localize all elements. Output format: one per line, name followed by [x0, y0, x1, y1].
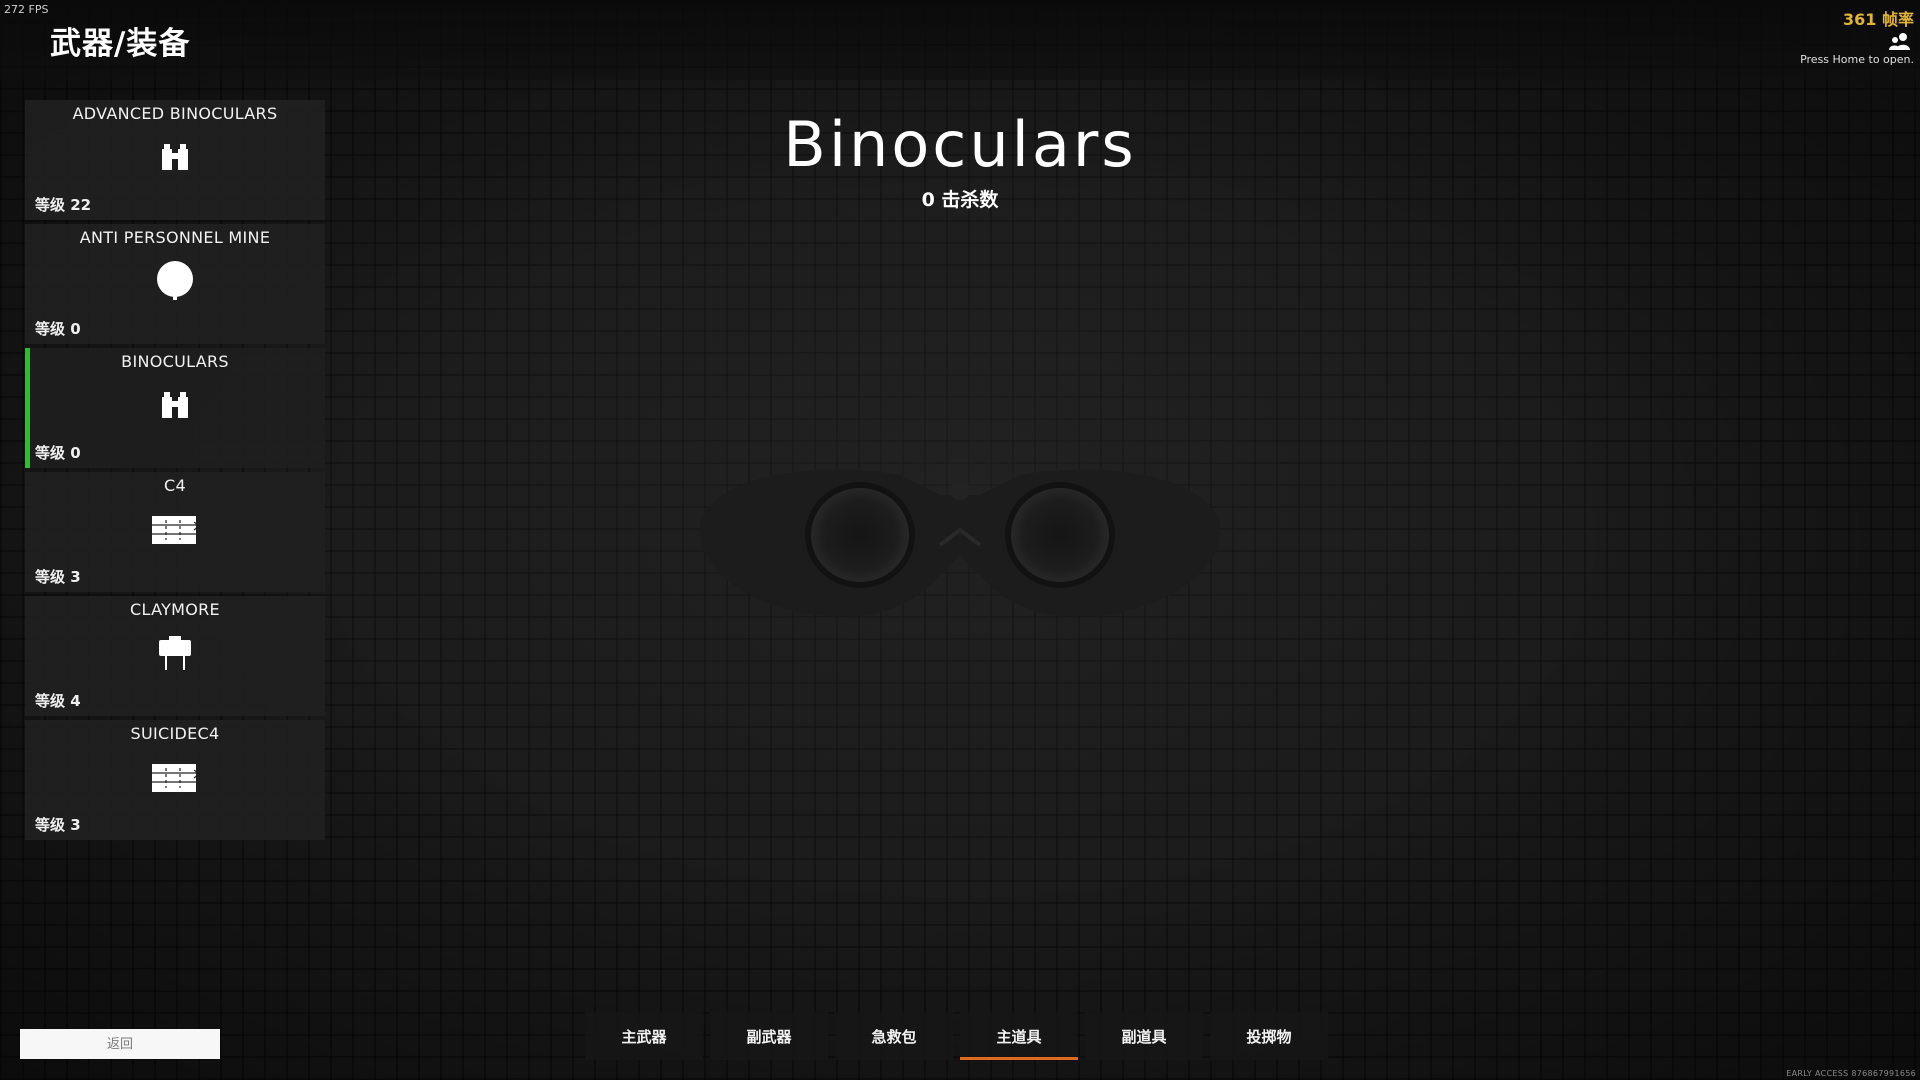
tab-secondary-weapon[interactable]: 副武器 — [710, 1012, 828, 1060]
tab-throwables[interactable]: 投掷物 — [1210, 1012, 1328, 1060]
tab-primary-weapon[interactable]: 主武器 — [585, 1012, 703, 1060]
category-tabs: 主武器 副武器 急救包 主道具 副道具 投掷物 — [585, 1012, 1335, 1060]
binoculars-icon — [162, 392, 188, 418]
press-home-hint: Press Home to open. — [1800, 53, 1914, 66]
tab-secondary-gadget[interactable]: 副道具 — [1085, 1012, 1203, 1060]
equipment-level: 等级 4 — [35, 692, 81, 710]
claymore-icon — [159, 636, 191, 670]
equipment-name: C4 — [164, 476, 186, 495]
tab-primary-gadget[interactable]: 主道具 — [960, 1012, 1078, 1060]
equipment-name: CLAYMORE — [130, 600, 220, 619]
fps-counter: 361 帧率 — [1843, 10, 1914, 29]
mine-icon — [157, 261, 193, 300]
friends-icon[interactable] — [1888, 32, 1912, 50]
build-watermark: EARLY ACCESS 876867991656 — [1786, 1069, 1916, 1078]
equipment-card-binoculars[interactable]: BINOCULARS 等级 0 — [25, 348, 325, 468]
page-title: 武器/装备 — [50, 26, 191, 62]
equipment-name: ADVANCED BINOCULARS — [72, 104, 278, 123]
equipment-level: 等级 3 — [35, 568, 81, 586]
selected-equipment-title: Binoculars — [783, 108, 1137, 181]
binoculars-model-preview — [699, 469, 1221, 617]
c4-icon — [152, 516, 198, 544]
top-bar: 272 FPS 武器/装备 361 帧率 Press Home to open. — [0, 0, 1920, 80]
equipment-list: ADVANCED BINOCULARS 等级 22 ANTI PERSONNEL… — [25, 100, 325, 844]
equipment-name: BINOCULARS — [121, 352, 229, 371]
equipment-level: 等级 0 — [35, 320, 81, 338]
kill-count: 0 击杀数 — [921, 189, 999, 211]
c4-icon — [152, 764, 198, 792]
equipment-level: 等级 22 — [35, 196, 92, 214]
binoculars-icon — [162, 144, 188, 170]
loadout-screen: 272 FPS 武器/装备 361 帧率 Press Home to open.… — [0, 0, 1920, 1080]
equipment-name: SUICIDEC4 — [130, 724, 220, 743]
equipment-card-anti-personnel-mine[interactable]: ANTI PERSONNEL MINE 等级 0 — [25, 224, 325, 344]
tab-first-aid[interactable]: 急救包 — [835, 1012, 953, 1060]
equipment-level: 等级 3 — [35, 816, 81, 834]
equipment-card-advanced-binoculars[interactable]: ADVANCED BINOCULARS 等级 22 — [25, 100, 325, 220]
equipment-level: 等级 0 — [35, 444, 81, 462]
equipment-name: ANTI PERSONNEL MINE — [79, 228, 271, 247]
equipment-card-suicidec4[interactable]: SUICIDEC4 等级 3 — [25, 720, 325, 840]
back-button[interactable]: 返回 — [20, 1029, 220, 1059]
equipment-card-claymore[interactable]: CLAYMORE 等级 4 — [25, 596, 325, 716]
fps-counter-small: 272 FPS — [4, 3, 49, 16]
equipment-card-c4[interactable]: C4 等级 3 — [25, 472, 325, 592]
